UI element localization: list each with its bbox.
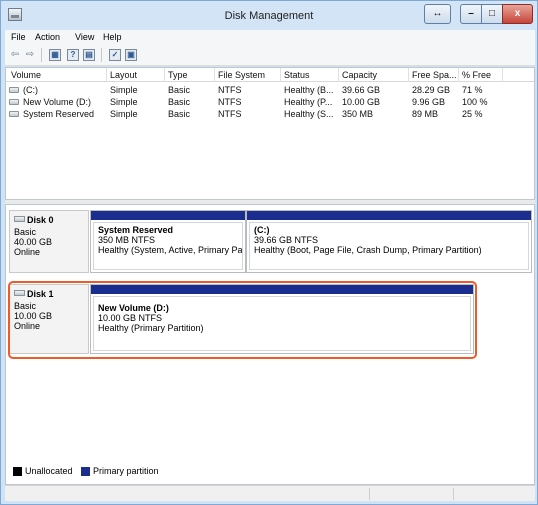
status-separator [369, 488, 370, 500]
volume-type: Basic [168, 109, 191, 119]
properties-list-icon[interactable]: ▦ [49, 49, 61, 61]
resize-button[interactable]: ↔ [424, 4, 451, 24]
volume-row-c[interactable]: (C:) Simple Basic NTFS Healthy (B... 39.… [6, 84, 534, 96]
primary-partition-swatch [81, 467, 90, 476]
help-icon[interactable]: ? [67, 49, 79, 61]
volume-row-d[interactable]: New Volume (D:) Simple Basic NTFS Health… [6, 96, 534, 108]
volume-file-system: NTFS [218, 109, 242, 119]
title-bar[interactable]: Disk Management ↔ – □ x [1, 1, 537, 30]
partition-detail-box: (C:) 39.66 GB NTFS Healthy (Boot, Page F… [249, 222, 529, 270]
partition-detail-box: System Reserved 350 MB NTFS Healthy (Sys… [93, 222, 243, 270]
partition-name: System Reserved [98, 225, 174, 235]
volume-name: (C:) [23, 85, 38, 95]
toolbar-separator [101, 48, 102, 62]
partition-legend: Unallocated Primary partition [5, 465, 535, 479]
col-layout[interactable]: Layout [110, 70, 137, 80]
volume-capacity: 350 MB [342, 109, 374, 119]
window-title: Disk Management [224, 10, 314, 22]
drive-icon [9, 111, 19, 117]
legend-unallocated: Unallocated [25, 466, 73, 476]
disk-settings-icon[interactable]: ▣ [125, 49, 137, 61]
volume-capacity: 39.66 GB [342, 85, 381, 95]
column-divider [502, 68, 503, 82]
volume-row-system-reserved[interactable]: System Reserved Simple Basic NTFS Health… [6, 108, 534, 120]
partition-status: Healthy (Boot, Page File, Crash Dump, Pr… [254, 245, 482, 255]
volume-layout: Simple [110, 109, 138, 119]
legend-primary-partition: Primary partition [93, 466, 159, 476]
column-divider [280, 68, 281, 82]
col-type[interactable]: Type [168, 70, 188, 80]
partition-size: 350 MB NTFS [98, 235, 156, 245]
volume-status: Healthy (P... [284, 97, 333, 107]
disk-management-window: Disk Management ↔ – □ x File Action View… [0, 0, 538, 505]
drive-icon [9, 87, 19, 93]
disk-0-state: Online [14, 247, 41, 257]
menu-view[interactable]: View [75, 32, 94, 42]
back-arrow-icon[interactable]: ⇦ [9, 49, 21, 61]
volume-list[interactable]: Volume Layout Type File System Status Ca… [5, 67, 535, 200]
disk-0-size: 40.00 GB [14, 237, 53, 247]
column-divider [214, 68, 215, 82]
menu-file[interactable]: File [11, 32, 26, 42]
column-divider [164, 68, 165, 82]
volume-status: Healthy (S... [284, 109, 334, 119]
drive-icon [9, 99, 19, 105]
unallocated-swatch [13, 467, 22, 476]
partition-c[interactable]: (C:) 39.66 GB NTFS Healthy (Boot, Page F… [246, 210, 532, 273]
column-divider [338, 68, 339, 82]
volume-file-system: NTFS [218, 97, 242, 107]
col-percent-free[interactable]: % Free [462, 70, 491, 80]
volume-layout: Simple [110, 97, 138, 107]
volume-name: New Volume (D:) [23, 97, 92, 107]
disk-0-name: Disk 0 [27, 215, 54, 225]
partition-size: 39.66 GB NTFS [254, 235, 319, 245]
maximize-button[interactable]: □ [481, 4, 503, 24]
volume-free-space: 28.29 GB [412, 85, 451, 95]
disk-0-label[interactable]: Disk 0 Basic 40.00 GB Online [9, 210, 89, 273]
view-icon[interactable]: ▤ [83, 49, 95, 61]
disk-0-type: Basic [14, 227, 37, 237]
disk-icon [14, 216, 25, 222]
column-divider [408, 68, 409, 82]
column-divider [458, 68, 459, 82]
toolbar: ⇦ ⇨ ▦ ? ▤ ✓ ▣ [5, 44, 535, 66]
volume-layout: Simple [110, 85, 138, 95]
col-capacity[interactable]: Capacity [342, 70, 377, 80]
volume-free-space: 9.96 GB [412, 97, 446, 107]
volume-capacity: 10.00 GB [342, 97, 381, 107]
volume-list-header: Volume Layout Type File System Status Ca… [6, 68, 534, 82]
menu-action[interactable]: Action [35, 32, 60, 42]
volume-type: Basic [168, 97, 191, 107]
close-button[interactable]: x [502, 4, 533, 24]
col-volume[interactable]: Volume [11, 70, 41, 80]
primary-partition-bar [91, 211, 245, 220]
status-bar [5, 485, 535, 501]
forward-arrow-icon[interactable]: ⇨ [24, 49, 36, 61]
menu-help[interactable]: Help [103, 32, 122, 42]
partition-system-reserved[interactable]: System Reserved 350 MB NTFS Healthy (Sys… [90, 210, 246, 273]
col-free-space[interactable]: Free Spa... [412, 70, 457, 80]
status-separator [453, 488, 454, 500]
volume-name: System Reserved [23, 109, 95, 119]
col-file-system[interactable]: File System [218, 70, 265, 80]
primary-partition-bar [247, 211, 531, 220]
minimize-button[interactable]: – [460, 4, 482, 24]
disk-1-highlight-box [8, 281, 477, 359]
volume-status: Healthy (B... [284, 85, 334, 95]
column-divider [106, 68, 107, 82]
col-status[interactable]: Status [284, 70, 310, 80]
volume-percent-free: 100 % [462, 97, 488, 107]
checklist-icon[interactable]: ✓ [109, 49, 121, 61]
menu-bar: File Action View Help [5, 30, 535, 44]
volume-free-space: 89 MB [412, 109, 439, 119]
volume-percent-free: 71 % [462, 85, 483, 95]
volume-percent-free: 25 % [462, 109, 483, 119]
toolbar-separator [41, 48, 42, 62]
volume-file-system: NTFS [218, 85, 242, 95]
volume-type: Basic [168, 85, 191, 95]
partition-name: (C:) [254, 225, 270, 235]
disk-0-heading: Disk 0 [14, 215, 54, 225]
partition-status: Healthy (System, Active, Primary Part [98, 245, 242, 255]
